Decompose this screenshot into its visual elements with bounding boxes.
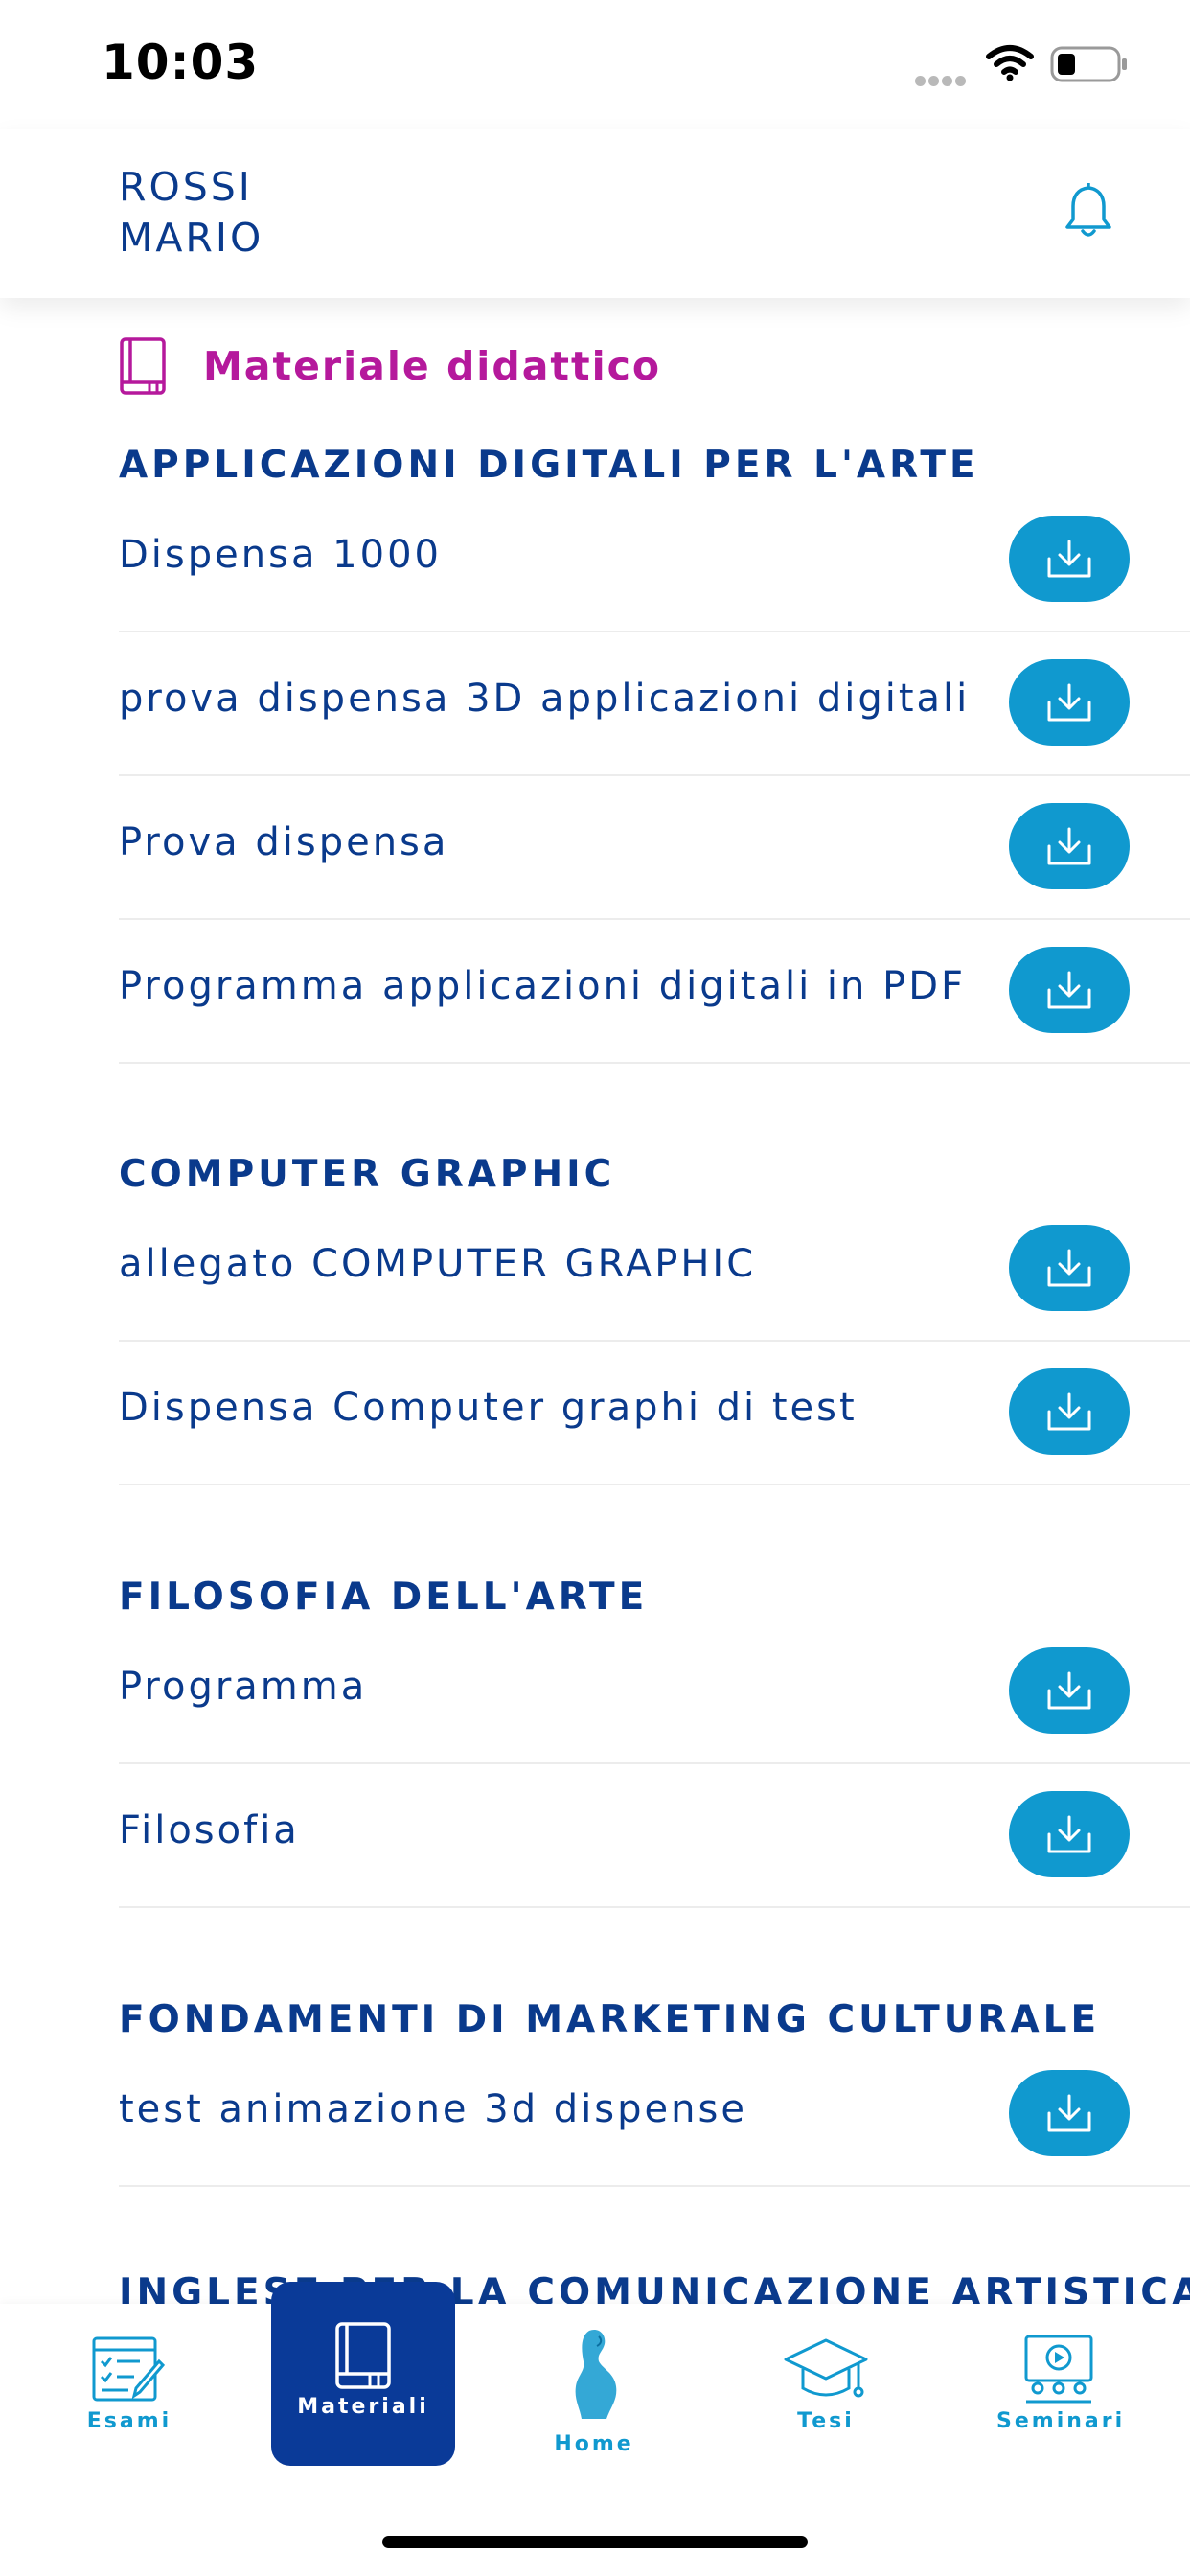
download-button[interactable] — [1009, 1225, 1130, 1311]
tab-tesi[interactable]: Tesi — [767, 2333, 885, 2457]
course-title: COMPUTER GRAPHIC — [119, 1153, 616, 1196]
material-title: Dispensa Computer graphi di test — [119, 1386, 858, 1430]
download-icon — [1047, 827, 1091, 865]
material-title: Dispensa 1000 — [119, 533, 442, 577]
tab-seminari[interactable]: Seminari — [996, 2333, 1126, 2457]
status-time: 10:03 — [102, 34, 260, 90]
material-row[interactable]: Programma applicazioni digitali in PDF — [119, 918, 1190, 1064]
material-title: Programma applicazioni digitali in PDF — [119, 964, 966, 1008]
download-icon — [1047, 1671, 1091, 1710]
tab-materiali[interactable]: Materiali — [271, 2282, 455, 2466]
download-button[interactable] — [1009, 516, 1130, 602]
bell-icon[interactable] — [1064, 179, 1113, 239]
book-icon — [120, 337, 166, 395]
seminar-icon — [1024, 2334, 1093, 2404]
material-title: Programma — [119, 1665, 368, 1709]
download-icon — [1047, 1249, 1091, 1287]
battery-icon — [1050, 46, 1127, 82]
app-header: ROSSI MARIO — [0, 129, 1190, 298]
course-title: APPLICAZIONI DIGITALI PER L'ARTE — [119, 444, 979, 487]
tab-label: Materiali — [297, 2395, 429, 2419]
course-title: FILOSOFIA DELL'ARTE — [119, 1576, 649, 1619]
section-header: Materiale didattico — [119, 336, 661, 396]
material-title: Filosofia — [119, 1808, 300, 1852]
download-button[interactable] — [1009, 947, 1130, 1033]
tab-label: Tesi — [797, 2409, 855, 2433]
tab-esami[interactable]: Esami — [67, 2333, 192, 2457]
book-icon — [335, 2322, 391, 2389]
download-button[interactable] — [1009, 2070, 1130, 2156]
download-icon — [1047, 540, 1091, 578]
download-icon — [1047, 683, 1091, 722]
download-icon — [1047, 2094, 1091, 2132]
download-icon — [1047, 1815, 1091, 1853]
material-row[interactable]: test animazione 3d dispense — [119, 2041, 1190, 2187]
user-firstname: MARIO — [119, 215, 264, 261]
signal-icon — [915, 72, 969, 90]
exam-icon — [92, 2336, 166, 2402]
material-row[interactable]: allegato COMPUTER GRAPHIC — [119, 1196, 1190, 1342]
tab-label: Esami — [86, 2409, 172, 2433]
download-icon — [1047, 971, 1091, 1009]
materials-content: Materiale didattico APPLICAZIONI DIGITAL… — [0, 298, 1190, 2304]
course-title: FONDAMENTI DI MARKETING CULTURALE — [119, 1998, 1101, 2041]
download-button[interactable] — [1009, 659, 1130, 746]
section-title: Materiale didattico — [203, 343, 662, 389]
material-row[interactable]: Prova dispensa — [119, 774, 1190, 920]
material-row[interactable]: Dispensa 1000 — [119, 487, 1190, 632]
download-button[interactable] — [1009, 1368, 1130, 1455]
tab-home[interactable]: Home — [527, 2323, 661, 2467]
tab-label: Home — [554, 2432, 634, 2456]
statue-icon — [575, 2329, 617, 2419]
material-title: allegato COMPUTER GRAPHIC — [119, 1242, 757, 1286]
download-button[interactable] — [1009, 1647, 1130, 1734]
download-button[interactable] — [1009, 803, 1130, 889]
home-indicator — [382, 2536, 808, 2548]
status-bar: 10:03 — [0, 0, 1190, 129]
material-title: test animazione 3d dispense — [119, 2087, 747, 2131]
tab-label: Seminari — [996, 2409, 1126, 2433]
material-title: Prova dispensa — [119, 820, 449, 864]
material-title: prova dispensa 3D applicazioni digitali — [119, 677, 971, 721]
user-name: ROSSI MARIO — [119, 162, 263, 264]
graduation-cap-icon — [784, 2338, 868, 2398]
material-row[interactable]: Programma — [119, 1619, 1190, 1764]
wifi-icon — [986, 45, 1034, 81]
download-button[interactable] — [1009, 1791, 1130, 1877]
material-row[interactable]: Dispensa Computer graphi di test — [119, 1340, 1190, 1485]
material-row[interactable]: prova dispensa 3D applicazioni digitali — [119, 631, 1190, 776]
user-surname: ROSSI — [119, 164, 253, 210]
download-icon — [1047, 1392, 1091, 1431]
material-row[interactable]: Filosofia — [119, 1762, 1190, 1908]
